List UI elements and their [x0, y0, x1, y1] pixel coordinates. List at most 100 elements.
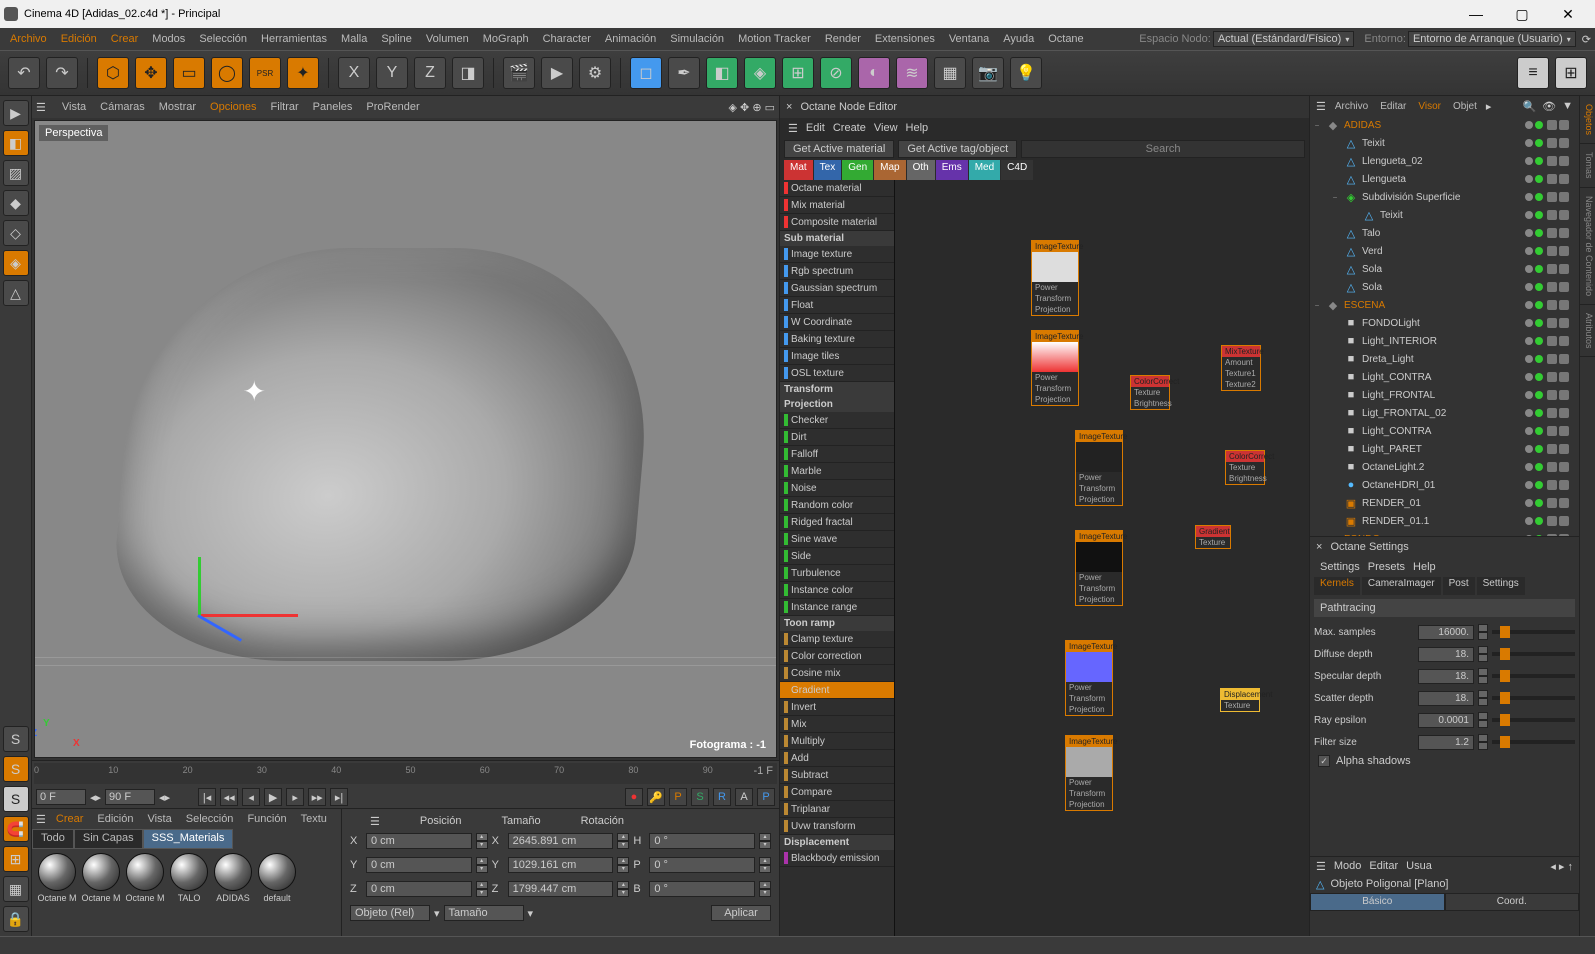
- node-item-clamp-texture[interactable]: Clamp texture: [780, 631, 894, 648]
- menu-archivo[interactable]: Archivo: [4, 31, 53, 47]
- next-frame-button[interactable]: ▸: [286, 788, 304, 806]
- obj-Light_CONTRA[interactable]: ■Light_CONTRA: [1310, 368, 1579, 386]
- poly-mode-icon[interactable]: △: [3, 280, 29, 306]
- obj-Llengueta_02[interactable]: △Llengueta_02: [1310, 152, 1579, 170]
- timeline-bar[interactable]: -1 F0102030405060708090: [34, 763, 777, 784]
- menu-animación[interactable]: Animación: [599, 31, 662, 47]
- render-button[interactable]: 🎬: [503, 57, 535, 89]
- workspace-combo[interactable]: Actual (Estándard/Físico): [1213, 31, 1355, 47]
- node-item-falloff[interactable]: Falloff: [780, 446, 894, 463]
- search-icon[interactable]: 🔍: [1522, 100, 1536, 113]
- goto-end-button[interactable]: ▸|: [330, 788, 348, 806]
- obj-ESCENA[interactable]: −◆ESCENA: [1310, 296, 1579, 314]
- redo-button[interactable]: ↷: [46, 57, 78, 89]
- material-default[interactable]: default: [256, 853, 298, 932]
- node-item-triplanar[interactable]: Triplanar: [780, 801, 894, 818]
- minimize-button[interactable]: —: [1453, 0, 1499, 28]
- node-item-cosine-mix[interactable]: Cosine mix: [780, 665, 894, 682]
- z-axis-button[interactable]: Z: [414, 57, 446, 89]
- cube-button[interactable]: ◻: [630, 57, 662, 89]
- node-graph[interactable]: ImageTexturePowerTransformProjection Ima…: [895, 180, 1309, 936]
- viewport[interactable]: Perspectiva ✦ Y X Z Fotograma : -1: [34, 120, 777, 758]
- node-list[interactable]: Octane materialMix materialComposite mat…: [780, 180, 895, 936]
- obj-Teixit[interactable]: △Teixit: [1310, 134, 1579, 152]
- spline-button[interactable]: ✒: [668, 57, 700, 89]
- y-axis-button[interactable]: Y: [376, 57, 408, 89]
- menu-motion tracker[interactable]: Motion Tracker: [732, 31, 817, 47]
- menu-malla[interactable]: Malla: [335, 31, 373, 47]
- menu-spline[interactable]: Spline: [375, 31, 418, 47]
- refresh-icon[interactable]: ⟳: [1582, 33, 1591, 46]
- goto-start-button[interactable]: |◂: [198, 788, 216, 806]
- start-frame[interactable]: 0 F: [36, 789, 86, 805]
- apply-button[interactable]: Aplicar: [711, 905, 771, 921]
- material-Octane M[interactable]: Octane M: [80, 853, 122, 932]
- obj-Talo[interactable]: △Talo: [1310, 224, 1579, 242]
- render-region-button[interactable]: ▶: [541, 57, 573, 89]
- grid-icon[interactable]: ▦: [3, 876, 29, 902]
- menu-character[interactable]: Character: [537, 31, 597, 47]
- autokey-button[interactable]: 🔑: [647, 788, 665, 806]
- node-item-ridged-fractal[interactable]: Ridged fractal: [780, 514, 894, 531]
- record-button[interactable]: ●: [625, 788, 643, 806]
- lastused-button[interactable]: ✦: [287, 57, 319, 89]
- live-select-button[interactable]: ⬡: [97, 57, 129, 89]
- node-item-rgb-spectrum[interactable]: Rgb spectrum: [780, 263, 894, 280]
- node-item-noise[interactable]: Noise: [780, 480, 894, 497]
- node-item-marble[interactable]: Marble: [780, 463, 894, 480]
- obj-Sola[interactable]: △Sola: [1310, 260, 1579, 278]
- node-item-image-tiles[interactable]: Image tiles: [780, 348, 894, 365]
- material-Octane M[interactable]: Octane M: [36, 853, 78, 932]
- node-item-composite-material[interactable]: Composite material: [780, 214, 894, 231]
- maximize-button[interactable]: ▢: [1499, 0, 1545, 28]
- generator-button[interactable]: ◧: [706, 57, 738, 89]
- node-item-add[interactable]: Add: [780, 750, 894, 767]
- key-p-button[interactable]: P: [669, 788, 687, 806]
- rotate-button[interactable]: ◯: [211, 57, 243, 89]
- node-item-float[interactable]: Float: [780, 297, 894, 314]
- end-frame[interactable]: 90 F: [105, 789, 155, 805]
- node-tab-ems[interactable]: Ems: [936, 160, 968, 180]
- workplane-icon[interactable]: ⊞: [3, 846, 29, 872]
- menu-ventana[interactable]: Ventana: [943, 31, 995, 47]
- object-manager[interactable]: −◆ADIDAS△Teixit△Llengueta_02△Llengueta−◈…: [1310, 116, 1579, 536]
- x-axis-button[interactable]: X: [338, 57, 370, 89]
- snap-o-icon[interactable]: S: [3, 756, 29, 782]
- scale-button[interactable]: ▭: [173, 57, 205, 89]
- node-item-mix-material[interactable]: Mix material: [780, 197, 894, 214]
- camera-button[interactable]: 📷: [972, 57, 1004, 89]
- menu-volumen[interactable]: Volumen: [420, 31, 475, 47]
- boole-button[interactable]: ⊘: [820, 57, 852, 89]
- node-item-sine-wave[interactable]: Sine wave: [780, 531, 894, 548]
- node-item-random-color[interactable]: Random color: [780, 497, 894, 514]
- obj-Sola[interactable]: △Sola: [1310, 278, 1579, 296]
- menu-crear[interactable]: Crear: [105, 31, 145, 47]
- obj-Light_FRONTAL[interactable]: ■Light_FRONTAL: [1310, 386, 1579, 404]
- obj-Light_PARET[interactable]: ■Light_PARET: [1310, 440, 1579, 458]
- get-tag-button[interactable]: Get Active tag/object: [898, 140, 1017, 158]
- node-item-subtract[interactable]: Subtract: [780, 767, 894, 784]
- layout2-button[interactable]: ⊞: [1555, 57, 1587, 89]
- next-key-button[interactable]: ▸▸: [308, 788, 326, 806]
- light-button[interactable]: 💡: [1010, 57, 1042, 89]
- menu-mograph[interactable]: MoGraph: [477, 31, 535, 47]
- menu-simulación[interactable]: Simulación: [664, 31, 730, 47]
- psr-button[interactable]: PSR: [249, 57, 281, 89]
- node-item-checker[interactable]: Checker: [780, 412, 894, 429]
- node-item-dirt[interactable]: Dirt: [780, 429, 894, 446]
- settings-close-icon[interactable]: ×: [1316, 541, 1322, 553]
- obj-Verd[interactable]: △Verd: [1310, 242, 1579, 260]
- node-tab-c4d[interactable]: C4D: [1001, 160, 1033, 180]
- obj-Light_INTERIOR[interactable]: ■Light_INTERIOR: [1310, 332, 1579, 350]
- world-button[interactable]: ◨: [452, 57, 484, 89]
- node-item-invert[interactable]: Invert: [780, 699, 894, 716]
- node-item-mix[interactable]: Mix: [780, 716, 894, 733]
- node-item-side[interactable]: Side: [780, 548, 894, 565]
- alpha-checkbox[interactable]: ✓: [1318, 755, 1330, 767]
- env-combo[interactable]: Entorno de Arranque (Usuario): [1408, 31, 1576, 47]
- node-item-gradient[interactable]: Gradient: [780, 682, 894, 699]
- vp-icon[interactable]: ◈ ✥ ⊕ ▭: [729, 101, 775, 114]
- obj-FONDOLight[interactable]: ■FONDOLight: [1310, 314, 1579, 332]
- model-mode-icon[interactable]: ◧: [3, 130, 29, 156]
- node-item-gaussian-spectrum[interactable]: Gaussian spectrum: [780, 280, 894, 297]
